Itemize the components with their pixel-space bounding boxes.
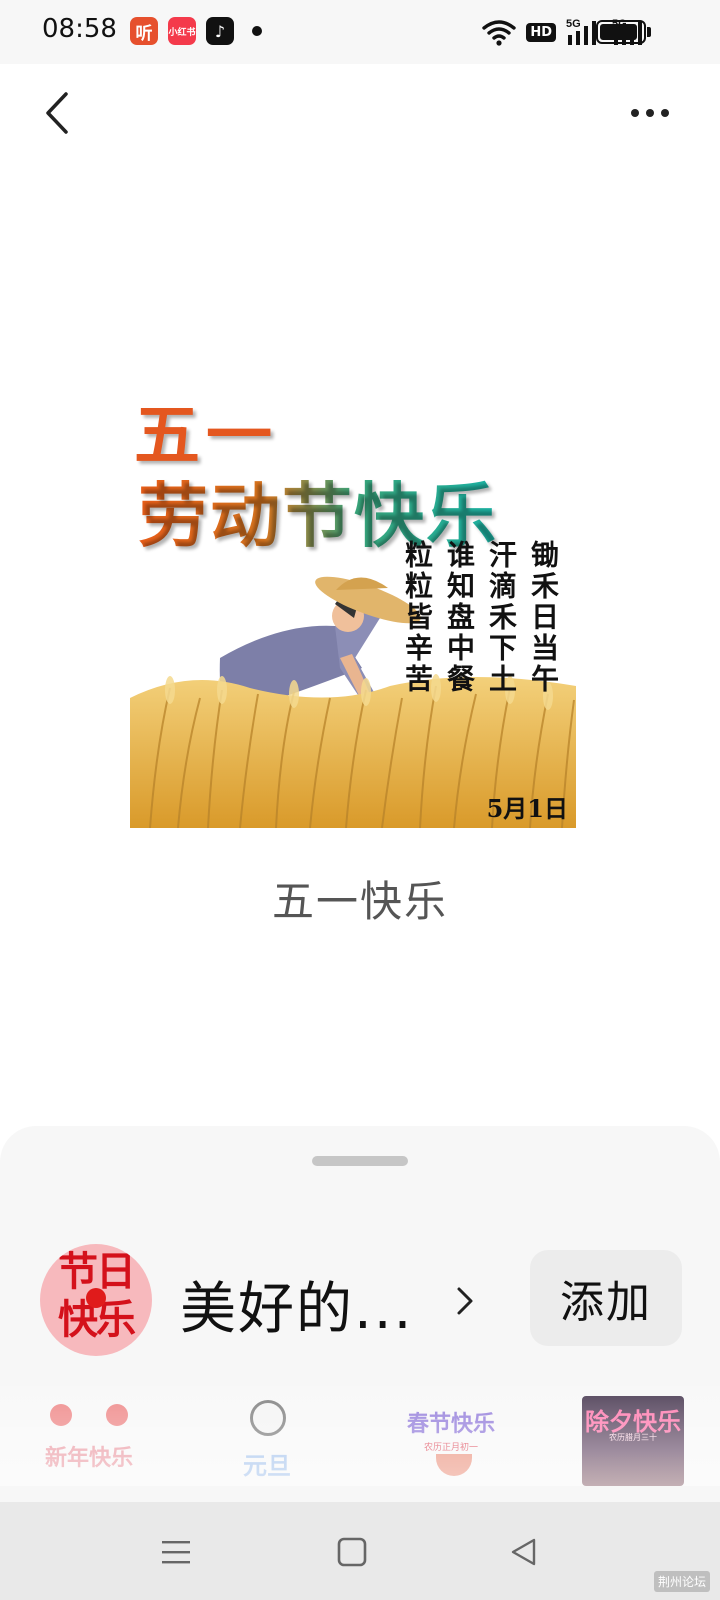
sticker-image[interactable]: 五一 劳动节快乐 锄禾日当午 汗滴禾下土 谁知盘中餐 粒粒皆辛苦 5月1日 bbox=[130, 368, 576, 828]
add-button[interactable]: 添加 bbox=[530, 1250, 682, 1346]
pack-name[interactable]: 美好的... bbox=[180, 1264, 413, 1345]
wifi-icon bbox=[482, 20, 517, 46]
thumbnail-sublabel: 农历正月初一 bbox=[423, 1443, 478, 1453]
back-button[interactable] bbox=[36, 88, 76, 138]
pot-icon bbox=[436, 1454, 472, 1476]
signal-5g-label: 5G bbox=[566, 18, 581, 30]
back-triangle-icon bbox=[511, 1538, 536, 1566]
lantern-icon bbox=[106, 1404, 128, 1426]
sticker-pack-sheet: 节日快乐 美好的... 添加 新年快乐 元旦 春节快乐 农历正月初一 除夕快乐 … bbox=[0, 1126, 720, 1506]
menu-key[interactable] bbox=[154, 1530, 198, 1574]
thumbnail-spring-festival[interactable]: 春节快乐 农历正月初一 bbox=[400, 1396, 502, 1486]
more-dot-icon bbox=[661, 109, 669, 117]
battery-cap bbox=[647, 27, 651, 37]
sticker-caption: 五一快乐 bbox=[271, 877, 448, 926]
thumbnail-yuandan[interactable]: 元旦 bbox=[216, 1396, 318, 1486]
notification-dot-icon bbox=[252, 26, 262, 36]
hd-voice-badge: HD bbox=[526, 22, 556, 42]
status-bar: 08:58 听 小红书 ♪ HD 5G 5G bbox=[0, 0, 720, 64]
more-options-button[interactable] bbox=[622, 96, 678, 130]
lantern-icon bbox=[50, 1404, 72, 1426]
sticker-poem: 锄禾日当午 汗滴禾下土 谁知盘中餐 粒粒皆辛苦 bbox=[401, 540, 560, 695]
thumbnail-new-years-eve[interactable]: 除夕快乐 农历腊月三十 bbox=[582, 1396, 684, 1486]
more-dot-icon bbox=[646, 109, 654, 117]
pack-thumbnail-row: 新年快乐 元旦 春节快乐 农历正月初一 除夕快乐 农历腊月三十 bbox=[0, 1386, 720, 1486]
thumbnail-sublabel: 农历腊月三十 bbox=[609, 1433, 657, 1442]
chevron-left-icon bbox=[46, 92, 68, 134]
poem-line: 汗滴禾下土 bbox=[485, 540, 518, 695]
battery-level bbox=[600, 24, 637, 40]
xiaohongshu-app-icon: 小红书 bbox=[168, 17, 196, 45]
poem-line: 谁知盘中餐 bbox=[443, 540, 476, 695]
forum-watermark: 荆州论坛 bbox=[653, 1571, 710, 1592]
back-key[interactable] bbox=[502, 1530, 546, 1574]
sticker-date: 5月1日 bbox=[486, 794, 568, 823]
status-time: 08:58 bbox=[42, 14, 117, 44]
menu-icon bbox=[162, 1541, 190, 1564]
thumbnail-label: 春节快乐 bbox=[406, 1411, 495, 1437]
pack-avatar[interactable]: 节日快乐 bbox=[40, 1244, 152, 1356]
douyin-app-icon: ♪ bbox=[206, 17, 234, 45]
thumbnail-label: 新年快乐 bbox=[44, 1445, 133, 1471]
thumbnail-new-year[interactable]: 新年快乐 bbox=[38, 1396, 140, 1486]
chevron-right-icon bbox=[457, 1287, 473, 1315]
battery-icon bbox=[596, 20, 646, 44]
home-key[interactable] bbox=[330, 1530, 374, 1574]
more-dot-icon bbox=[631, 109, 639, 117]
sheet-drag-handle[interactable] bbox=[312, 1156, 408, 1166]
thumbnail-label: 元旦 bbox=[243, 1451, 291, 1480]
ting-app-icon: 听 bbox=[130, 17, 158, 45]
home-square-icon bbox=[337, 1537, 367, 1567]
poem-line: 粒粒皆辛苦 bbox=[401, 540, 434, 695]
poem-line: 锄禾日当午 bbox=[527, 540, 560, 695]
clock-icon bbox=[250, 1400, 286, 1436]
pack-detail-button[interactable] bbox=[450, 1276, 480, 1326]
system-nav-bar: 荆州论坛 bbox=[0, 1502, 720, 1600]
top-nav bbox=[0, 64, 720, 164]
sun-icon bbox=[86, 1288, 106, 1308]
